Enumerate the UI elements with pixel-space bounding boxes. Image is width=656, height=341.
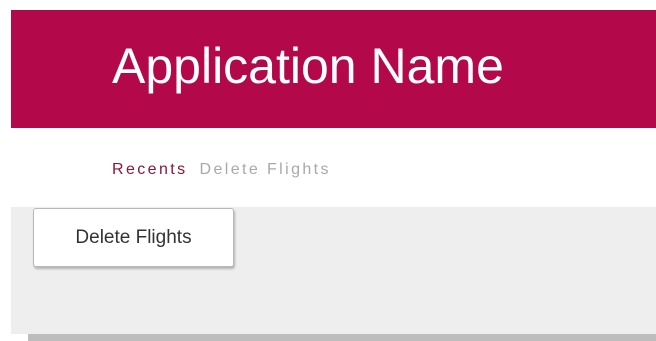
tab-delete-flights[interactable]: Delete Flights <box>200 161 331 179</box>
delete-flights-button[interactable]: Delete Flights <box>33 208 234 267</box>
nav-tabs: Recents Delete Flights <box>112 158 331 182</box>
tab-recents[interactable]: Recents <box>112 161 188 179</box>
app-header: Application Name <box>11 10 656 128</box>
content-bottom-border <box>28 334 656 341</box>
app-window: Application Name Recents Delete Flights … <box>0 0 656 341</box>
app-title: Application Name <box>112 38 504 94</box>
